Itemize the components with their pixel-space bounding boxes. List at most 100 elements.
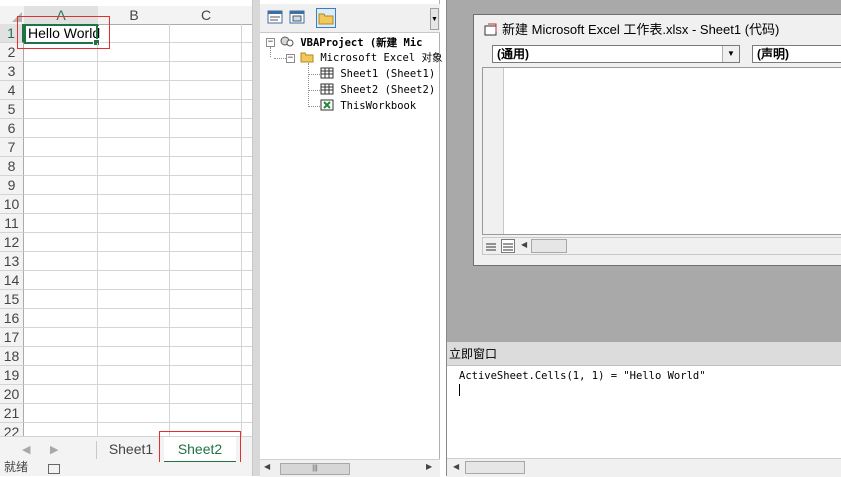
expander-root-icon[interactable]: − — [266, 38, 275, 47]
grid-cell[interactable] — [170, 214, 242, 233]
scroll-left-icon[interactable]: ◀ — [264, 462, 270, 471]
grid-cell[interactable] — [24, 138, 98, 157]
grid-cell[interactable] — [242, 138, 252, 157]
grid-cell[interactable] — [98, 81, 170, 100]
grid-cell[interactable] — [24, 100, 98, 119]
toolbar-scroll-icon[interactable]: ▼ — [430, 8, 439, 30]
grid-cell[interactable] — [98, 328, 170, 347]
immediate-window-title[interactable]: 立即窗口 — [447, 342, 841, 366]
column-header-c[interactable]: C — [170, 6, 243, 25]
grid-cell[interactable] — [170, 385, 242, 404]
grid-cell[interactable] — [170, 157, 242, 176]
grid-cell[interactable] — [242, 157, 252, 176]
grid-cell[interactable] — [242, 233, 252, 252]
grid-cell[interactable] — [170, 290, 242, 309]
grid-cell[interactable] — [98, 119, 170, 138]
grid-cell[interactable] — [170, 252, 242, 271]
full-module-view-icon[interactable] — [501, 239, 515, 253]
scroll-thumb[interactable] — [531, 239, 567, 253]
row-header[interactable]: 20 — [0, 385, 24, 404]
grid-cell[interactable] — [242, 81, 252, 100]
grid-cell[interactable] — [242, 309, 252, 328]
scroll-right-icon[interactable]: ▶ — [426, 462, 432, 471]
grid-cell[interactable] — [242, 271, 252, 290]
grid-cell[interactable] — [98, 385, 170, 404]
grid-cell[interactable] — [170, 347, 242, 366]
grid-cell[interactable] — [242, 43, 252, 62]
grid-cell[interactable] — [170, 138, 242, 157]
grid-cell[interactable] — [24, 233, 98, 252]
grid-cell[interactable] — [242, 252, 252, 271]
grid-cell[interactable] — [24, 157, 98, 176]
tree-node-sheet1[interactable]: Sheet1 (Sheet1) — [320, 67, 435, 82]
grid-cell[interactable] — [98, 309, 170, 328]
column-header-partial[interactable] — [242, 6, 252, 25]
scroll-left-icon[interactable]: ◀ — [453, 462, 459, 471]
grid-cell[interactable] — [170, 195, 242, 214]
grid-cell[interactable] — [170, 81, 242, 100]
tree-node-vbaproject[interactable]: VBAProject (新建 Mic — [280, 35, 422, 50]
grid-cell[interactable] — [242, 404, 252, 423]
scroll-thumb[interactable]: ||| — [280, 463, 350, 475]
grid-cell[interactable] — [98, 271, 170, 290]
grid-cell[interactable] — [98, 100, 170, 119]
grid-cell[interactable] — [242, 195, 252, 214]
grid-cell[interactable] — [170, 24, 242, 43]
window-splitter[interactable] — [252, 0, 260, 476]
tree-node-sheet2[interactable]: Sheet2 (Sheet2) — [320, 83, 435, 98]
grid-cell[interactable] — [242, 176, 252, 195]
toggle-folders-icon[interactable] — [316, 8, 336, 28]
row-header[interactable]: 11 — [0, 214, 24, 233]
tree-node-excel-objects[interactable]: Microsoft Excel 对象 — [300, 51, 442, 66]
grid-cell[interactable] — [242, 347, 252, 366]
grid-cell[interactable] — [170, 176, 242, 195]
row-header[interactable]: 21 — [0, 404, 24, 423]
immediate-hscrollbar[interactable]: ◀ — [447, 458, 841, 477]
macro-record-icon[interactable] — [48, 464, 60, 474]
row-header[interactable]: 19 — [0, 366, 24, 385]
row-header[interactable]: 3 — [0, 62, 24, 81]
grid-cell[interactable] — [24, 366, 98, 385]
grid-cell[interactable] — [24, 290, 98, 309]
row-header[interactable]: 9 — [0, 176, 24, 195]
grid-cell[interactable] — [98, 347, 170, 366]
grid-cell[interactable] — [98, 366, 170, 385]
grid-cell[interactable] — [98, 404, 170, 423]
grid-cell[interactable] — [24, 81, 98, 100]
code-window-titlebar[interactable]: 新建 Microsoft Excel 工作表.xlsx - Sheet1 (代码… — [474, 15, 841, 45]
grid-cell[interactable] — [170, 43, 242, 62]
grid-cell[interactable] — [242, 385, 252, 404]
grid-cell[interactable] — [98, 252, 170, 271]
project-hscrollbar[interactable]: ◀ ||| ▶ — [260, 459, 440, 477]
grid-cell[interactable] — [98, 290, 170, 309]
grid-cell[interactable] — [98, 176, 170, 195]
row-header[interactable]: 18 — [0, 347, 24, 366]
row-header[interactable]: 16 — [0, 309, 24, 328]
code-editor[interactable] — [482, 67, 841, 235]
grid-cell[interactable] — [24, 119, 98, 138]
row-header[interactable]: 15 — [0, 290, 24, 309]
object-combo[interactable]: (通用) ▼ — [492, 45, 740, 63]
row-header[interactable]: 17 — [0, 328, 24, 347]
grid-cell[interactable] — [98, 157, 170, 176]
grid-cell[interactable] — [242, 290, 252, 309]
grid-cell[interactable] — [170, 62, 242, 81]
grid-cell[interactable] — [24, 176, 98, 195]
grid-cell[interactable] — [170, 404, 242, 423]
grid-cell[interactable] — [24, 385, 98, 404]
row-header[interactable]: 7 — [0, 138, 24, 157]
procedure-combo[interactable]: (声明) — [752, 45, 841, 63]
sheet-tab-sheet1[interactable]: Sheet1 — [100, 437, 162, 461]
view-code-icon[interactable] — [266, 8, 286, 28]
grid-cell[interactable] — [98, 195, 170, 214]
grid-cell[interactable] — [24, 271, 98, 290]
row-header[interactable]: 8 — [0, 157, 24, 176]
row-header[interactable]: 5 — [0, 100, 24, 119]
grid-cell[interactable] — [98, 138, 170, 157]
row-header[interactable]: 14 — [0, 271, 24, 290]
row-header[interactable]: 12 — [0, 233, 24, 252]
tree-node-thisworkbook[interactable]: ThisWorkbook — [320, 99, 416, 114]
tab-prev-icon[interactable]: ◀ — [22, 443, 30, 456]
chevron-down-icon[interactable]: ▼ — [722, 46, 739, 62]
grid-cell[interactable] — [242, 366, 252, 385]
